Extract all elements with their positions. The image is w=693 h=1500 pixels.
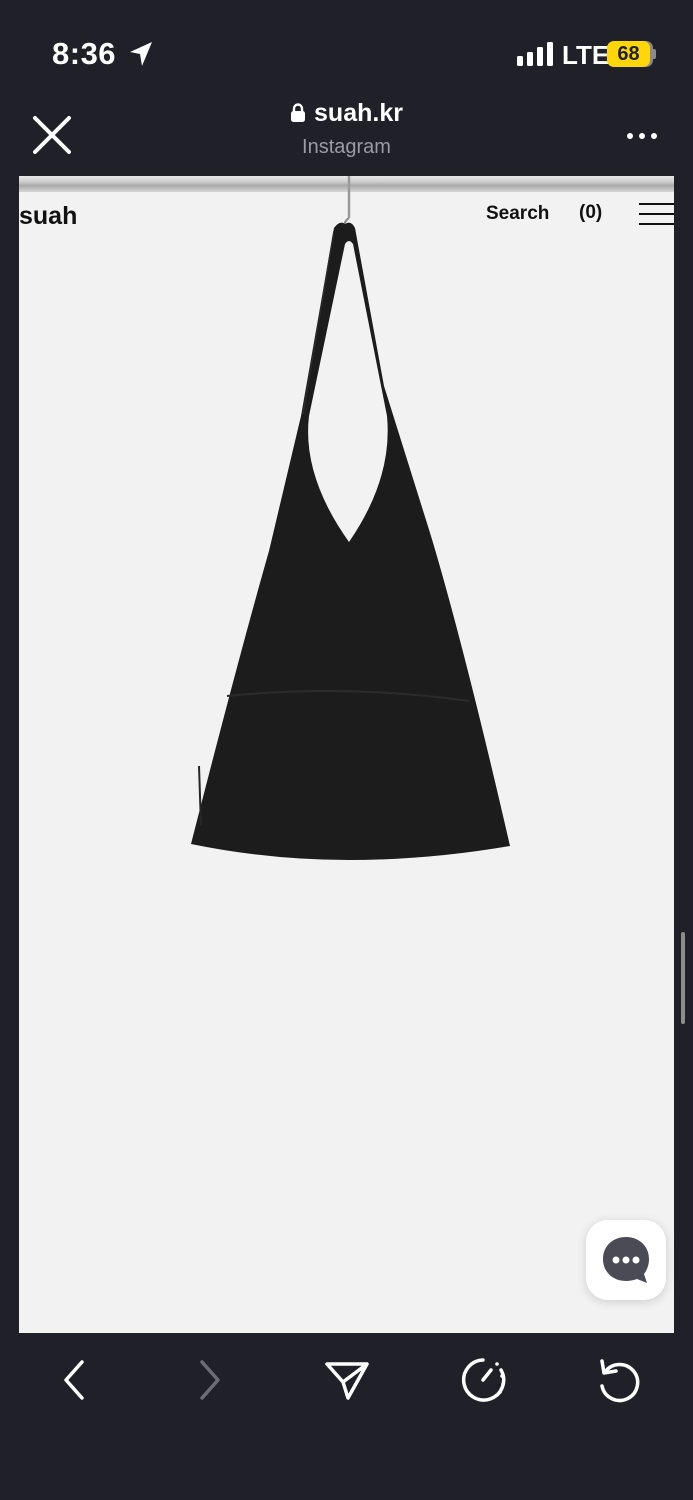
network-type: LTE <box>562 40 610 70</box>
chevron-left-icon <box>64 1360 84 1400</box>
url-display[interactable]: suah.kr <box>290 99 403 130</box>
timer-icon <box>461 1358 506 1402</box>
battery-nub <box>653 49 656 59</box>
more-icon <box>627 133 657 139</box>
back-button[interactable] <box>44 1350 104 1410</box>
cellular-signal-icon <box>517 42 555 71</box>
reload-button[interactable] <box>589 1350 649 1410</box>
url-text: suah.kr <box>314 99 403 127</box>
timer-button[interactable] <box>453 1350 513 1410</box>
browser-toolbar <box>0 1334 693 1500</box>
lock-icon <box>290 101 306 130</box>
site-logo[interactable]: suah <box>19 202 77 231</box>
status-bar: 8:36 LTE 68 <box>0 0 693 95</box>
location-arrow-icon <box>128 40 154 73</box>
hamburger-menu-icon[interactable] <box>639 202 674 226</box>
battery-level: 68 <box>607 41 650 67</box>
more-options-button[interactable] <box>626 129 658 141</box>
reload-icon <box>600 1359 640 1403</box>
in-app-browser-bar: suah.kr Instagram <box>0 95 693 175</box>
webpage-content[interactable]: suah Search (0) <box>19 176 674 1333</box>
send-icon <box>325 1362 369 1400</box>
cart-link[interactable]: (0) <box>579 202 602 224</box>
chat-button[interactable] <box>586 1220 666 1300</box>
chat-bubble-icon <box>603 1237 649 1283</box>
browser-subtitle: Instagram <box>302 136 391 158</box>
scroll-indicator[interactable] <box>681 932 685 1024</box>
status-time: 8:36 <box>52 36 117 71</box>
share-button[interactable] <box>317 1350 377 1410</box>
product-image[interactable] <box>19 176 674 896</box>
chevron-right-icon <box>200 1360 220 1400</box>
forward-button[interactable] <box>180 1350 240 1410</box>
search-link[interactable]: Search <box>486 203 549 225</box>
